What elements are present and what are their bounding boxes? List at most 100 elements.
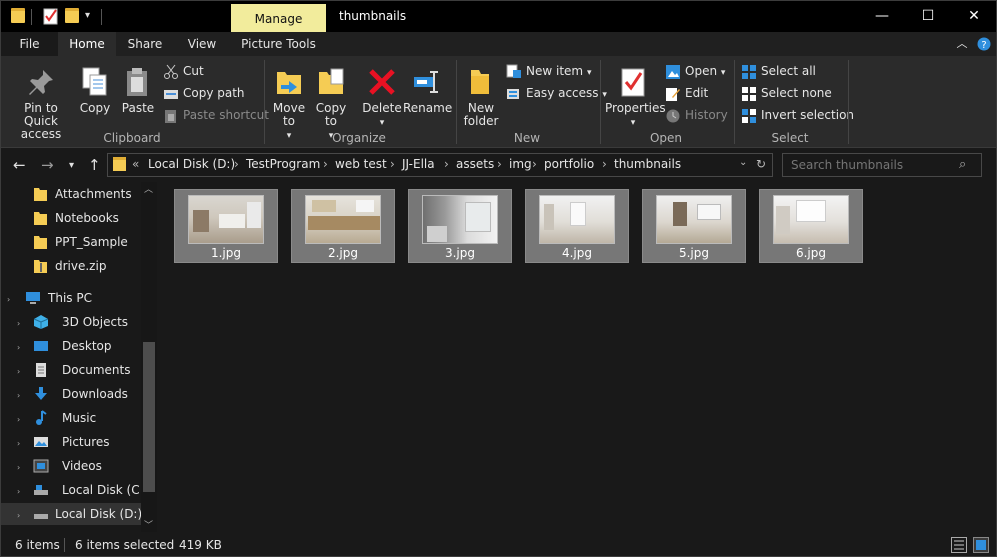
delete-button[interactable]: Delete ▾: [360, 66, 404, 130]
file-tile[interactable]: 5.jpg: [642, 189, 746, 263]
history-icon: [665, 108, 681, 124]
breadcrumb-separator-icon[interactable]: ›: [390, 157, 395, 171]
expand-chevron-icon[interactable]: ›: [7, 295, 10, 304]
large-icons-view-icon[interactable]: [973, 537, 989, 553]
window-title: thumbnails: [339, 9, 407, 23]
customize-dropdown-icon[interactable]: ▾: [85, 7, 101, 25]
divider: [101, 9, 102, 25]
properties-check-icon[interactable]: [43, 7, 59, 25]
help-icon[interactable]: ?: [976, 32, 992, 56]
status-bar: 6 items 6 items selected 419 KB: [1, 534, 996, 556]
breadcrumb-item[interactable]: portfolio: [544, 157, 594, 171]
address-dropdown-icon[interactable]: ⌄: [739, 157, 747, 168]
breadcrumb-separator-icon[interactable]: ›: [234, 157, 239, 171]
back-arrow-icon[interactable]: ←: [13, 157, 26, 173]
expand-chevron-icon[interactable]: ›: [17, 511, 20, 520]
nav-item-desktop[interactable]: › Desktop: [17, 335, 112, 357]
nav-item-videos[interactable]: › Videos: [17, 455, 102, 477]
scroll-up-icon[interactable]: ︿: [144, 182, 153, 195]
history-button[interactable]: History: [665, 105, 728, 125]
breadcrumb-separator-icon[interactable]: ›: [532, 157, 537, 171]
maximize-button[interactable]: ☐: [905, 1, 951, 32]
breadcrumb-separator-icon[interactable]: ›: [497, 157, 502, 171]
file-tile[interactable]: 6.jpg: [759, 189, 863, 263]
cut-button[interactable]: Cut: [163, 61, 204, 81]
scrollbar-thumb[interactable]: [143, 342, 155, 492]
expand-chevron-icon[interactable]: ›: [17, 415, 20, 424]
search-input[interactable]: [782, 153, 982, 177]
nav-item-documents[interactable]: › Documents: [17, 359, 130, 381]
search-icon[interactable]: ⌕: [959, 157, 966, 172]
new-item-button[interactable]: New item ▾: [506, 61, 591, 81]
expand-chevron-icon[interactable]: ›: [17, 319, 20, 328]
folder-icon[interactable]: [11, 7, 27, 25]
breadcrumb-item[interactable]: Local Disk (D:): [148, 157, 235, 171]
recent-locations-dropdown-icon[interactable]: ▾: [69, 158, 74, 174]
file-tile[interactable]: 1.jpg: [174, 189, 278, 263]
expand-chevron-icon[interactable]: ›: [17, 367, 20, 376]
breadcrumb-overflow[interactable]: «: [132, 157, 139, 171]
refresh-icon[interactable]: ↻: [756, 157, 766, 171]
scroll-down-icon[interactable]: ﹀: [144, 518, 153, 531]
file-tile[interactable]: 3.jpg: [408, 189, 512, 263]
breadcrumb-item[interactable]: web test: [335, 157, 387, 171]
easy-access-button[interactable]: Easy access ▾: [506, 83, 607, 103]
file-tile[interactable]: 4.jpg: [525, 189, 629, 263]
expand-chevron-icon[interactable]: ›: [17, 439, 20, 448]
group-label-open: Open: [649, 131, 683, 145]
open-button[interactable]: Open ▾: [665, 61, 725, 81]
nav-item-3d-objects[interactable]: › 3D Objects: [17, 311, 128, 333]
nav-pane-scrollbar[interactable]: ︿ ﹀: [141, 182, 157, 532]
tab-picture-tools[interactable]: Picture Tools: [230, 32, 327, 56]
expand-chevron-icon[interactable]: ›: [17, 463, 20, 472]
nav-item-music[interactable]: › Music: [17, 407, 96, 429]
nav-item-drive-zip[interactable]: drive.zip: [33, 255, 106, 277]
nav-item-notebooks[interactable]: Notebooks: [33, 207, 119, 229]
breadcrumb-item[interactable]: JJ-Ella: [402, 157, 435, 171]
ribbon: Pin to Quick access Copy Paste Cut Copy …: [1, 56, 996, 148]
nav-item-pictures[interactable]: › Pictures: [17, 431, 110, 453]
collapse-ribbon-icon[interactable]: ︿: [953, 32, 971, 56]
nav-item-local-disk-c[interactable]: › Local Disk (C:): [17, 479, 148, 501]
breadcrumb-item[interactable]: img: [509, 157, 532, 171]
select-all-button[interactable]: Select all: [741, 61, 816, 81]
breadcrumb-item[interactable]: TestProgram: [246, 157, 320, 171]
nav-item-attachments[interactable]: Attachments: [33, 183, 132, 205]
tab-view[interactable]: View: [174, 32, 230, 56]
tab-file[interactable]: File: [1, 32, 58, 56]
tab-share[interactable]: Share: [116, 32, 174, 56]
breadcrumb-separator-icon[interactable]: ›: [602, 157, 607, 171]
nav-item-downloads[interactable]: › Downloads: [17, 383, 128, 405]
paste-shortcut-button[interactable]: Paste shortcut: [163, 105, 269, 125]
expand-chevron-icon[interactable]: ›: [17, 487, 20, 496]
nav-item-local-disk-d-selected[interactable]: › Local Disk (D:): [1, 503, 142, 525]
close-button[interactable]: ✕: [951, 1, 997, 32]
nav-item-ppt-sample[interactable]: PPT_Sample: [33, 231, 128, 253]
new-folder-icon[interactable]: [65, 7, 81, 25]
nav-item-this-pc[interactable]: › This PC: [7, 287, 92, 309]
details-view-icon[interactable]: [951, 537, 967, 553]
invert-selection-button[interactable]: Invert selection: [741, 105, 854, 125]
file-tile[interactable]: 2.jpg: [291, 189, 395, 263]
expand-chevron-icon[interactable]: ›: [17, 343, 20, 352]
tab-manage[interactable]: Manage: [231, 4, 326, 32]
forward-arrow-icon[interactable]: →: [41, 157, 54, 173]
breadcrumb-separator-icon[interactable]: ›: [323, 157, 328, 171]
properties-button[interactable]: Properties ▾: [605, 66, 666, 130]
copy-path-button[interactable]: Copy path: [163, 83, 245, 103]
expand-chevron-icon[interactable]: ›: [17, 391, 20, 400]
rename-button[interactable]: Rename: [403, 66, 452, 115]
breadcrumb-item-current[interactable]: thumbnails: [614, 157, 681, 171]
pin-to-quick-access-button[interactable]: Pin to Quick access: [5, 66, 77, 141]
breadcrumb-item[interactable]: assets: [456, 157, 494, 171]
new-folder-button[interactable]: New folder: [461, 66, 501, 128]
address-bar[interactable]: « Local Disk (D:) › TestProgram › web te…: [107, 153, 773, 177]
minimize-button[interactable]: —: [859, 1, 905, 32]
tab-home[interactable]: Home: [58, 32, 116, 56]
select-none-button[interactable]: Select none: [741, 83, 832, 103]
paste-button[interactable]: Paste: [118, 66, 158, 115]
edit-button[interactable]: Edit: [665, 83, 708, 103]
up-arrow-icon[interactable]: ↑: [88, 157, 101, 173]
copy-button[interactable]: Copy: [77, 66, 113, 115]
breadcrumb-separator-icon[interactable]: ›: [444, 157, 449, 171]
